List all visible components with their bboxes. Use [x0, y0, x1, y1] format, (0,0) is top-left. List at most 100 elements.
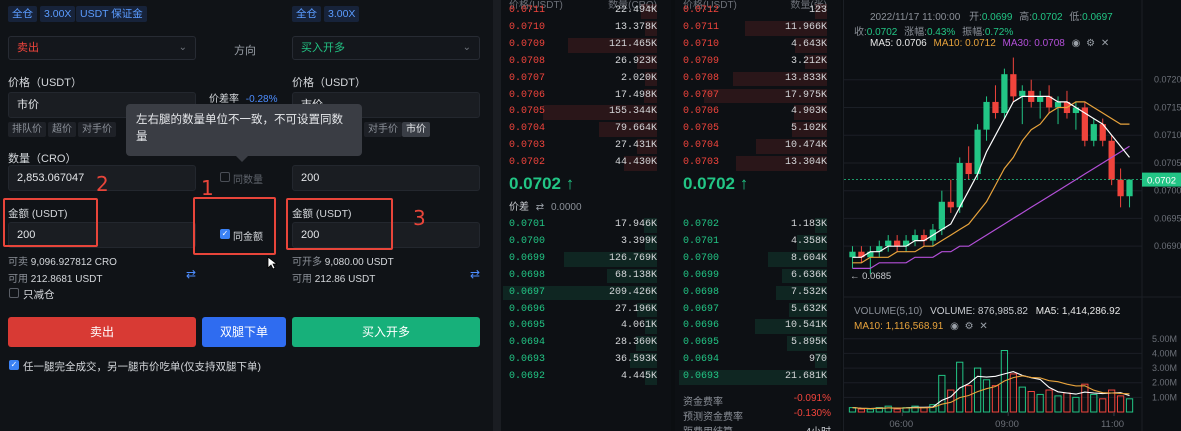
ask-row[interactable]: 0.0703 13.304K — [683, 155, 827, 172]
transfer-icon[interactable]: ⇄ — [470, 267, 480, 281]
y-tick-label: 0.0695 — [1154, 213, 1181, 223]
ask-row[interactable]: 0.0704 10.474K — [683, 138, 827, 155]
order-qty: 123 — [808, 5, 827, 16]
margin-mode-tag-left[interactable]: 全仓 — [8, 6, 37, 22]
order-price: 0.0706 — [683, 106, 720, 118]
candle-body — [992, 101, 999, 114]
chip-counter-price-right[interactable]: 对手价 — [364, 122, 402, 137]
ask-row[interactable]: 0.0706 4.903K — [683, 104, 827, 121]
settle-value: 4小时 — [805, 423, 831, 431]
ask-row[interactable]: 0.0705 5.102K — [683, 121, 827, 138]
bid-row[interactable]: 0.0692 4.445K — [509, 369, 657, 386]
volume-bar — [1072, 396, 1080, 413]
leverage-tag-right[interactable]: 3.00X — [324, 6, 360, 22]
dual-order-button[interactable]: 双腿下单 — [202, 317, 286, 347]
bid-row[interactable]: 0.0695 4.061K — [509, 318, 657, 335]
chip-over-price[interactable]: 超价 — [48, 122, 76, 137]
ask-row[interactable]: 0.0712 123 — [683, 3, 827, 20]
order-qty: 11.966K — [784, 21, 827, 33]
candle-body — [947, 201, 954, 208]
order-price: 0.0711 — [509, 5, 546, 16]
ask-row[interactable]: 0.0708 26.923K — [509, 54, 657, 71]
order-qty: 10.541K — [784, 320, 827, 332]
ask-row[interactable]: 0.0710 4.643K — [683, 37, 827, 54]
ask-row[interactable]: 0.0710 13.378K — [509, 20, 657, 37]
ask-row[interactable]: 0.0711 11.966K — [683, 20, 827, 37]
market-fill-checkbox[interactable]: ✓ — [9, 360, 19, 370]
ask-row[interactable]: 0.0707 17.975K — [683, 88, 827, 105]
ask-row[interactable]: 0.0706 17.498K — [509, 88, 657, 105]
settle-label: 距费用结算 — [683, 423, 733, 431]
bid-row[interactable]: 0.0697 209.426K — [503, 285, 657, 302]
right-leg-side-select[interactable]: 买入开多 ⌄ — [292, 36, 480, 60]
ask-row[interactable]: 0.0711 22.494K — [509, 3, 657, 20]
spread-order-panel: 全仓 3.00X USDT 保证金 全仓 3.00X 卖出 ⌄ 方向 买入开多 … — [0, 0, 493, 431]
avail-value-left: 212.8681 USDT — [30, 274, 103, 285]
ask-row[interactable]: 0.0705 155.344K — [509, 104, 657, 121]
book-right-last-price: 0.0702 ↑ — [683, 174, 749, 193]
bid-row[interactable]: 0.0698 7.532K — [683, 285, 827, 302]
sell-button[interactable]: 卖出 — [8, 317, 196, 347]
x-tick-label: 11:00 — [1101, 419, 1124, 430]
bid-row[interactable]: 0.0702 1.183K — [683, 217, 827, 234]
bid-row[interactable]: 0.0696 27.196K — [509, 302, 657, 319]
order-qty: 155.344K — [608, 106, 657, 118]
bid-row[interactable]: 0.0698 68.138K — [509, 268, 657, 285]
order-qty: 22.494K — [614, 5, 657, 16]
qty-input-right[interactable]: 200 — [292, 165, 480, 191]
funding-rate-label: 资金费率 — [683, 397, 723, 408]
bid-row[interactable]: 0.0697 5.632K — [683, 302, 827, 319]
chip-counter-price-left[interactable]: 对手价 — [78, 122, 116, 137]
transfer-icon[interactable]: ⇄ — [186, 267, 196, 281]
bid-row[interactable]: 0.0701 17.946K — [509, 217, 657, 234]
candle-body — [1108, 140, 1115, 180]
reduce-only-checkbox[interactable] — [9, 288, 19, 298]
candle-body — [1090, 124, 1097, 141]
kline-chart-panel[interactable]: 2022/11/17 11:00:00 开:0.0699 高:0.0702 低:… — [843, 0, 1181, 431]
same-qty-checkbox[interactable] — [220, 172, 230, 182]
ask-row[interactable]: 0.0702 44.430K — [509, 155, 657, 172]
volume-tick-label: 3.00M — [1152, 363, 1177, 373]
candle-body — [956, 162, 963, 208]
margin-mode-tag-right[interactable]: 全仓 — [292, 6, 321, 22]
refresh-icon[interactable]: ⇄ — [536, 202, 544, 213]
bid-row[interactable]: 0.0700 3.399K — [509, 234, 657, 251]
predicted-rate-value: -0.130% — [793, 408, 831, 419]
x-tick-label: 06:00 — [889, 419, 913, 430]
ask-row[interactable]: 0.0708 13.833K — [683, 71, 827, 88]
order-price: 0.0698 — [683, 286, 720, 298]
can-open-value: 9,080.00 USDT — [324, 257, 394, 268]
bid-row[interactable]: 0.0694 970 — [683, 352, 827, 369]
buy-open-long-button[interactable]: 买入开多 — [292, 317, 480, 347]
bid-row[interactable]: 0.0693 36.593K — [509, 352, 657, 369]
bid-row[interactable]: 0.0699 6.636K — [683, 268, 827, 285]
volume-bar — [938, 374, 946, 413]
ask-row[interactable]: 0.0704 79.664K — [509, 121, 657, 138]
candlestick-chart[interactable]: 0.0720 0.0715 0.0710 0.0705 0.0700 0.0695 0.06… — [844, 0, 1181, 431]
volume-bar — [857, 408, 866, 413]
bid-row[interactable]: 0.0699 126.769K — [509, 251, 657, 268]
bid-row[interactable]: 0.0701 4.358K — [683, 234, 827, 251]
avail-label-left: 可用 — [8, 274, 28, 285]
ask-row[interactable]: 0.0707 2.020K — [509, 71, 657, 88]
chip-queue-price[interactable]: 排队价 — [8, 122, 46, 137]
order-book-left: 价格(USDT) 数量(CRO) 0.0711 22.494K 0.0710 13.3… — [501, 0, 671, 431]
ask-row[interactable]: 0.0709 121.465K — [509, 37, 657, 54]
bid-row[interactable]: 0.0693 21.681K — [679, 369, 827, 386]
margin-asset-tag[interactable]: USDT 保证金 — [76, 6, 147, 22]
ask-row[interactable]: 0.0709 3.212K — [683, 54, 827, 71]
order-qty: 44.430K — [614, 157, 657, 169]
bid-row[interactable]: 0.0696 10.541K — [683, 318, 827, 335]
ask-row[interactable]: 0.0703 27.431K — [509, 138, 657, 155]
bid-row[interactable]: 0.0694 28.360K — [509, 335, 657, 352]
order-qty: 8.604K — [790, 252, 827, 264]
bid-row[interactable]: 0.0700 8.604K — [683, 251, 827, 268]
order-qty: 4.061K — [620, 320, 657, 332]
leverage-tag-left[interactable]: 3.00X — [40, 6, 76, 22]
bid-row[interactable]: 0.0695 5.895K — [683, 335, 827, 352]
order-qty: 79.664K — [614, 123, 657, 135]
left-leg-side-select[interactable]: 卖出 ⌄ — [8, 36, 196, 60]
order-qty: 5.102K — [790, 123, 827, 135]
chip-market-price[interactable]: 市价 — [402, 122, 430, 137]
qty-label: 数量（CRO） — [8, 153, 77, 165]
